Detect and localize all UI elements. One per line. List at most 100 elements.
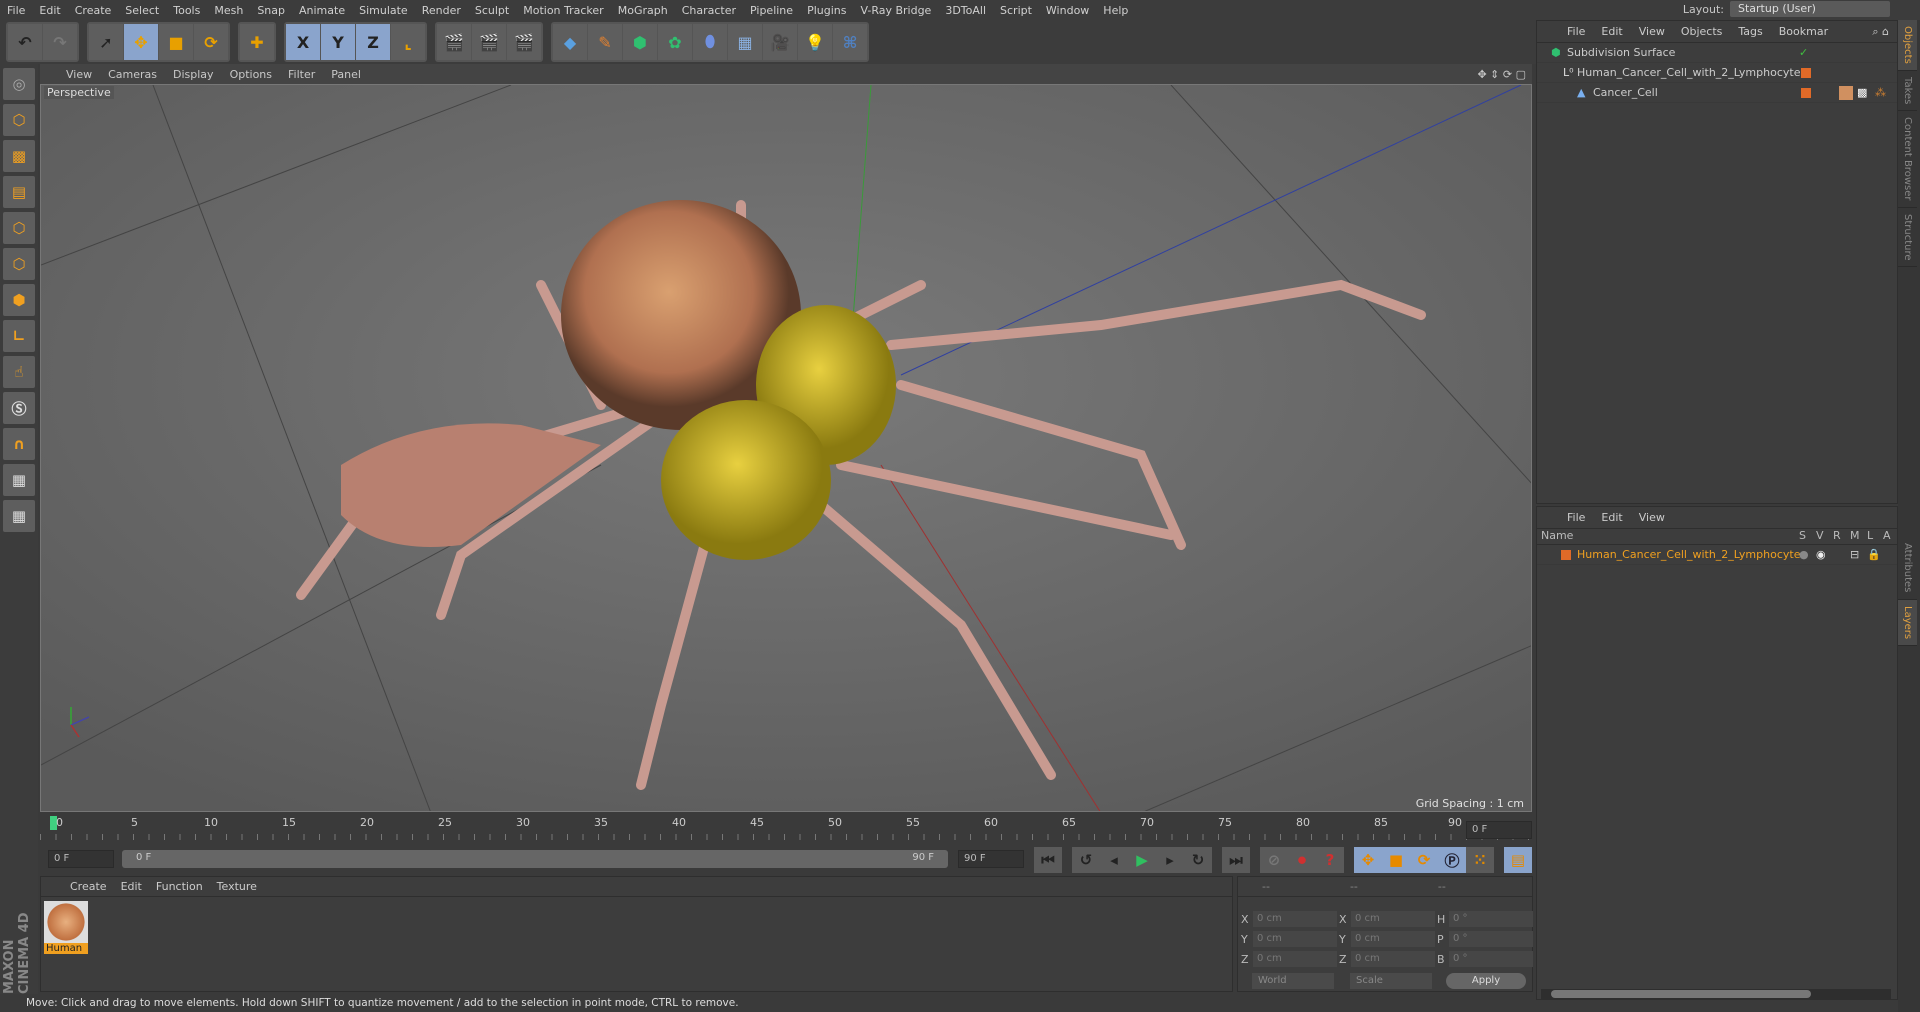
python-icon[interactable]: ⌘ (833, 24, 867, 60)
current-frame-field[interactable]: 0 F (1466, 821, 1532, 839)
timeline-ruler[interactable]: 0 5 10 15 20 25 30 35 40 45 50 55 60 65 … (40, 814, 1532, 842)
go-to-end-button[interactable]: ⏭ (1222, 847, 1250, 873)
autokey-button[interactable]: ⏺ (1288, 847, 1316, 873)
key-position-button[interactable]: ✥ (1354, 847, 1382, 873)
cloner-icon[interactable]: ✿ (658, 24, 692, 60)
enabled-check-icon[interactable]: ✓ (1799, 43, 1808, 63)
menu-create[interactable]: Create (68, 4, 119, 17)
scale-tool-button[interactable]: ■ (159, 24, 193, 60)
live-select-button[interactable]: ✚ (240, 24, 274, 60)
z-axis-button[interactable]: Z (356, 24, 390, 60)
light-icon[interactable]: 💡 (798, 24, 832, 60)
scrollbar-thumb[interactable] (1551, 990, 1811, 998)
tab-takes[interactable]: Takes (1898, 71, 1917, 112)
key-scale-button[interactable]: ■ (1382, 847, 1410, 873)
material-menu-texture[interactable]: Texture (210, 880, 264, 893)
tab-attributes[interactable]: Attributes (1898, 537, 1917, 600)
material-menu-edit[interactable]: Edit (114, 880, 149, 893)
material-tag-icon[interactable] (1839, 86, 1853, 100)
make-editable-icon[interactable]: ◎ (3, 68, 35, 100)
solo-icon[interactable]: ● (1799, 545, 1809, 565)
menu-snap[interactable]: Snap (250, 4, 292, 17)
apply-button[interactable]: Apply (1446, 973, 1526, 989)
rotation-p-field[interactable]: 0 ° (1449, 931, 1533, 947)
position-y-field[interactable]: 0 cm (1253, 931, 1337, 947)
texture-tag-icon[interactable]: ⁂ (1875, 83, 1886, 103)
size-y-field[interactable]: 0 cm (1351, 931, 1435, 947)
tab-layers[interactable]: Layers (1898, 599, 1917, 646)
material-swatch[interactable]: Human (44, 901, 88, 959)
pen-icon[interactable]: ✎ (588, 24, 622, 60)
rotation-b-field[interactable]: 0 ° (1449, 951, 1533, 967)
viewport-menu-cameras[interactable]: Cameras (100, 68, 165, 81)
horizontal-scrollbar[interactable] (1541, 989, 1891, 999)
menu-character[interactable]: Character (675, 4, 743, 17)
start-frame-field[interactable]: 0 F (48, 850, 114, 868)
render-settings-button[interactable]: 🎬 (507, 24, 541, 60)
viewport-menu-options[interactable]: Options (222, 68, 280, 81)
tab-objects[interactable]: Objects (1898, 20, 1917, 71)
coordinate-system-button[interactable]: ⌞ (391, 24, 425, 60)
menu-pipeline[interactable]: Pipeline (743, 4, 800, 17)
menu-3dtoall[interactable]: 3DToAll (938, 4, 993, 17)
workplane-icon[interactable]: ▤ (3, 176, 35, 208)
menu-edit[interactable]: Edit (32, 4, 67, 17)
key-pla-button[interactable]: ⁙ (1466, 847, 1494, 873)
snap-icon[interactable]: Ⓢ (3, 392, 35, 424)
axis-icon[interactable]: ∟ (3, 320, 35, 352)
menu-vray-bridge[interactable]: V-Ray Bridge (853, 4, 938, 17)
planar-workplane-icon[interactable]: ▦ (3, 500, 35, 532)
viewport-menu-panel[interactable]: Panel (323, 68, 369, 81)
objects-menu-file[interactable]: File (1559, 25, 1593, 38)
menu-motion-tracker[interactable]: Motion Tracker (516, 4, 610, 17)
menu-mograph[interactable]: MoGraph (611, 4, 675, 17)
coordinate-space-dropdown[interactable]: World (1252, 973, 1334, 989)
record-disabled-button[interactable]: ⊘ (1260, 847, 1288, 873)
menu-sculpt[interactable]: Sculpt (468, 4, 516, 17)
tab-content-browser[interactable]: Content Browser (1898, 111, 1917, 208)
render-view-button[interactable]: 🎬 (437, 24, 471, 60)
objects-menu-view[interactable]: View (1631, 25, 1673, 38)
texture-mode-icon[interactable]: ▩ (3, 140, 35, 172)
menu-file[interactable]: File (0, 4, 32, 17)
menu-animate[interactable]: Animate (292, 4, 352, 17)
viewport-menu-view[interactable]: View (58, 68, 100, 81)
material-menu-function[interactable]: Function (149, 880, 210, 893)
objects-menu-objects[interactable]: Objects (1673, 25, 1731, 38)
menu-help[interactable]: Help (1096, 4, 1135, 17)
3d-viewport[interactable] (40, 84, 1532, 812)
menu-window[interactable]: Window (1039, 4, 1096, 17)
search-icon[interactable]: ⌕ ⌂ (1864, 25, 1897, 39)
go-to-start-button[interactable]: ⏮ (1034, 847, 1062, 873)
points-mode-icon[interactable]: ⬡ (3, 212, 35, 244)
menu-mesh[interactable]: Mesh (207, 4, 250, 17)
tweak-icon[interactable]: ☝ (3, 356, 35, 388)
viewport-menu-display[interactable]: Display (165, 68, 222, 81)
redo-button[interactable]: ↷ (43, 24, 77, 60)
magnet-icon[interactable]: ∩ (3, 428, 35, 460)
rotate-tool-button[interactable]: ⟳ (194, 24, 228, 60)
manager-icon[interactable]: ⊟ (1850, 545, 1859, 565)
render-picture-viewer-button[interactable]: 🎬 (472, 24, 506, 60)
frame-range-slider[interactable]: 0 F 90 F (122, 850, 948, 868)
object-row[interactable]: ▲ Cancer_Cell ▩ ⁂ (1537, 83, 1897, 103)
material-menu-create[interactable]: Create (63, 880, 114, 893)
layers-menu-edit[interactable]: Edit (1593, 511, 1630, 524)
menu-simulate[interactable]: Simulate (352, 4, 415, 17)
tab-structure[interactable]: Structure (1898, 208, 1917, 268)
play-button[interactable]: ▶ (1128, 847, 1156, 873)
object-row[interactable]: ⬢ Subdivision Surface ✓ (1537, 43, 1897, 63)
x-axis-button[interactable]: X (286, 24, 320, 60)
objects-menu-tags[interactable]: Tags (1730, 25, 1770, 38)
subdivision-icon[interactable]: ⬢ (623, 24, 657, 60)
end-frame-field[interactable]: 90 F (958, 850, 1024, 868)
size-x-field[interactable]: 0 cm (1351, 911, 1435, 927)
keyframe-help-button[interactable]: ? (1316, 847, 1344, 873)
lock-icon[interactable]: 🔒 (1867, 545, 1881, 565)
timeline-window-button[interactable]: ▤ (1504, 847, 1532, 873)
previous-key-button[interactable]: ↺ (1072, 847, 1100, 873)
menu-render[interactable]: Render (415, 4, 468, 17)
layers-menu-file[interactable]: File (1559, 511, 1593, 524)
previous-frame-button[interactable]: ◂ (1100, 847, 1128, 873)
objects-menu-edit[interactable]: Edit (1593, 25, 1630, 38)
